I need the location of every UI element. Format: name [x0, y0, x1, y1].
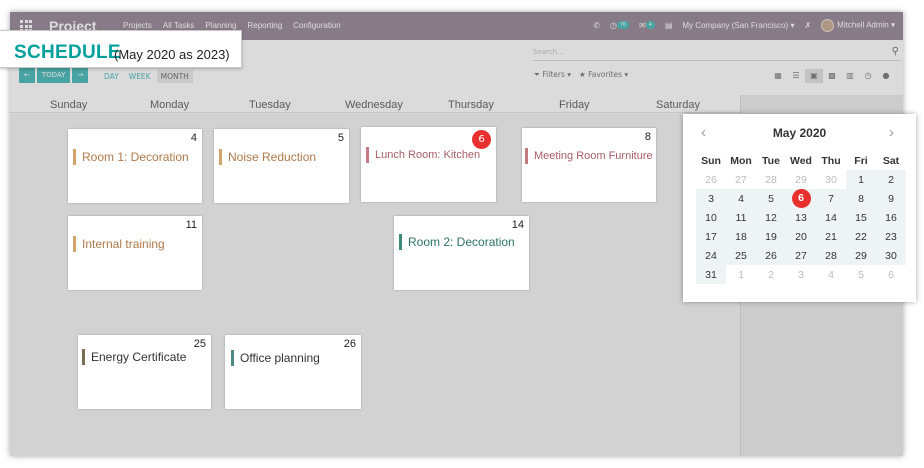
day-cell[interactable]: 18 [726, 227, 756, 246]
event-card[interactable]: 26 Office planning [225, 335, 361, 409]
day-cell[interactable]: 12 [756, 208, 786, 227]
event-title: Room 2: Decoration [399, 234, 515, 250]
day-cell[interactable]: 29 [846, 246, 876, 265]
screenshot-stage: Project Projects All Tasks Planning Repo… [0, 0, 924, 468]
day-cell[interactable]: 2 [756, 265, 786, 284]
day-cell[interactable]: 15 [846, 208, 876, 227]
day-cell[interactable]: 1 [846, 170, 876, 189]
event-card[interactable]: 6 Lunch Room: Kitchen [361, 127, 496, 202]
day-cell[interactable]: 27 [726, 170, 756, 189]
event-title: Lunch Room: Kitchen [366, 147, 480, 163]
event-day-number: 14 [511, 219, 524, 231]
day-cell[interactable]: 7 [816, 189, 846, 208]
mini-calendar-month[interactable]: May 2020 [683, 126, 916, 140]
weekday-abbr: Wed [790, 154, 812, 167]
day-cell[interactable]: 24 [696, 246, 726, 265]
day-cell[interactable]: 27 [786, 246, 816, 265]
event-day-number: 8 [644, 131, 651, 143]
day-cell[interactable]: 31 [696, 265, 726, 284]
event-title: Noise Reduction [219, 149, 316, 165]
day-cell[interactable]: 13 [786, 208, 816, 227]
event-title: Office planning [231, 350, 320, 366]
event-card[interactable]: 14 Room 2: Decoration [394, 216, 529, 290]
day-cell[interactable]: 21 [816, 227, 846, 246]
day-cell[interactable]: 3 [786, 265, 816, 284]
day-cell[interactable]: 3 [696, 189, 726, 208]
day-cell[interactable]: 5 [846, 265, 876, 284]
day-cell[interactable]: 11 [726, 208, 756, 227]
schedule-title: SCHEDULE [14, 42, 121, 63]
day-cell[interactable]: 4 [726, 189, 756, 208]
event-title: Meeting Room Furniture [525, 148, 653, 164]
event-title: Internal training [73, 236, 165, 252]
day-cell[interactable]: 2 [876, 170, 906, 189]
day-cell[interactable]: 26 [696, 170, 726, 189]
weekday-abbr: Fri [854, 154, 868, 167]
day-cell[interactable]: 30 [876, 246, 906, 265]
event-day-number: 5 [337, 132, 344, 144]
event-title: Room 1: Decoration [73, 149, 189, 165]
event-card[interactable]: 8 Meeting Room Furniture [522, 128, 656, 202]
day-cell[interactable]: 4 [816, 265, 846, 284]
day-cell[interactable]: 17 [696, 227, 726, 246]
event-card[interactable]: 4 Room 1: Decoration [68, 129, 202, 203]
event-card[interactable]: 25 Energy Certificate [78, 335, 211, 409]
day-cell[interactable]: 5 [756, 189, 786, 208]
weekday-abbr: Tue [762, 154, 780, 167]
event-card[interactable]: 11 Internal training [68, 216, 202, 290]
day-cell[interactable]: 14 [816, 208, 846, 227]
selected-day: 6 [791, 189, 811, 208]
schedule-subtitle: (May 2020 as 2023) [114, 47, 230, 62]
day-cell[interactable]: 22 [846, 227, 876, 246]
day-cell[interactable]: 30 [816, 170, 846, 189]
day-cell[interactable]: 29 [786, 170, 816, 189]
day-cell[interactable]: 25 [726, 246, 756, 265]
day-cell[interactable]: 19 [756, 227, 786, 246]
day-cell[interactable]: 1 [726, 265, 756, 284]
day-cell[interactable]: 9 [876, 189, 906, 208]
weekday-abbr: Sun [701, 154, 721, 167]
day-cell[interactable]: 28 [756, 170, 786, 189]
event-day-number: 4 [190, 132, 197, 144]
event-day-number: 26 [343, 338, 356, 350]
next-month-icon[interactable]: › [889, 124, 894, 141]
day-cell[interactable]: 16 [876, 208, 906, 227]
event-card[interactable]: 5 Noise Reduction [214, 129, 349, 203]
selected-day-cell[interactable]: 6 [786, 189, 816, 208]
weekday-abbr: Thu [821, 154, 841, 167]
day-cell[interactable]: 28 [816, 246, 846, 265]
day-cell[interactable]: 23 [876, 227, 906, 246]
schedule-label: SCHEDULE (May 2020 as 2023) [0, 30, 242, 68]
day-cell[interactable]: 26 [756, 246, 786, 265]
weekday-abbr: Mon [730, 154, 752, 167]
event-day-number: 11 [185, 219, 197, 231]
event-title: Energy Certificate [82, 349, 186, 365]
day-cell[interactable]: 6 [876, 265, 906, 284]
weekday-abbr: Sat [882, 154, 900, 167]
mini-calendar-table: Sun Mon Tue Wed Thu Fri Sat 26 27 28 29 … [696, 151, 906, 284]
day-cell[interactable]: 20 [786, 227, 816, 246]
day-cell[interactable]: 10 [696, 208, 726, 227]
day-cell[interactable]: 8 [846, 189, 876, 208]
mini-calendar: ‹ May 2020 › Sun Mon Tue Wed Thu Fri Sat… [683, 114, 916, 302]
event-day-number: 25 [193, 338, 206, 350]
